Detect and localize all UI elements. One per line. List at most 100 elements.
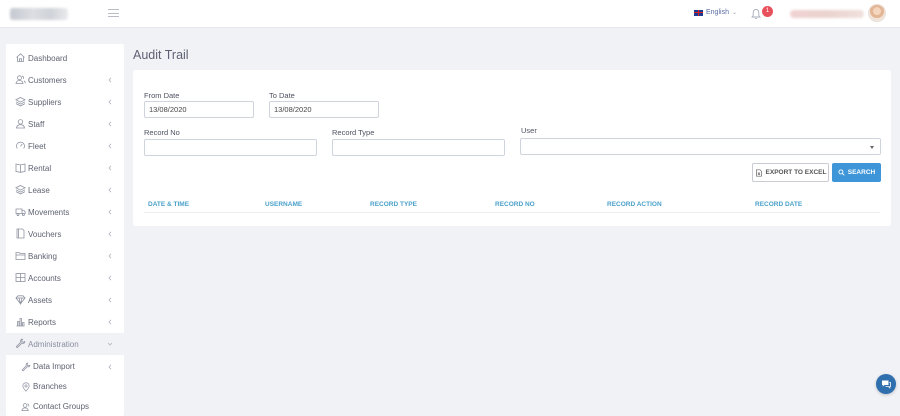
search-label: SEARCH bbox=[847, 169, 876, 176]
grid-icon bbox=[15, 273, 26, 282]
wrench-icon bbox=[21, 362, 31, 372]
user-select[interactable] bbox=[520, 138, 881, 155]
to-date-input[interactable] bbox=[269, 101, 379, 118]
export-to-excel-button[interactable]: EXPORT TO EXCEL bbox=[752, 163, 829, 182]
sidebar-item-customers[interactable]: Customers bbox=[6, 69, 124, 91]
sidebar-item-label: Staff bbox=[28, 119, 45, 129]
sidebar-item-label: Reports bbox=[28, 317, 57, 327]
sidebar-item-label: Vouchers bbox=[28, 229, 62, 239]
user-name-blurred[interactable] bbox=[790, 10, 864, 18]
sidebar-item-staff[interactable]: Staff bbox=[6, 113, 124, 135]
record-no-input[interactable] bbox=[144, 139, 317, 156]
users-icon bbox=[21, 403, 30, 411]
chat-button[interactable] bbox=[876, 374, 896, 394]
file-excel-icon bbox=[755, 168, 762, 177]
sidebar: Dashboard Customers Suppliers Staff Flee… bbox=[6, 44, 124, 416]
sidebar-item-label: Administration bbox=[28, 339, 79, 349]
sidebar-item-vouchers[interactable]: Vouchers bbox=[6, 223, 124, 245]
bar-chart-icon bbox=[16, 318, 25, 327]
sidebar-item-label: Suppliers bbox=[28, 97, 62, 107]
from-date-input[interactable] bbox=[144, 101, 254, 118]
sidebar-item-movements[interactable]: Movements bbox=[6, 201, 124, 223]
logo[interactable] bbox=[10, 8, 68, 20]
record-type-input[interactable] bbox=[332, 139, 505, 156]
chevron-left-icon bbox=[108, 99, 112, 105]
language-label: English bbox=[706, 9, 729, 16]
sidebar-item-fleet[interactable]: Fleet bbox=[6, 135, 124, 157]
wrench-icon bbox=[15, 338, 26, 349]
chevron-left-icon bbox=[108, 121, 112, 127]
sidebar-item-label: Assets bbox=[28, 295, 53, 305]
sidebar-subitem-branches[interactable]: Branches bbox=[6, 377, 124, 397]
user-icon bbox=[16, 119, 25, 129]
user-label: User bbox=[521, 126, 537, 135]
gauge-icon bbox=[16, 141, 25, 149]
chevron-left-icon bbox=[108, 253, 112, 259]
pin-icon bbox=[22, 382, 30, 392]
layers-icon bbox=[15, 97, 26, 107]
users-icon bbox=[15, 75, 26, 84]
export-label: EXPORT TO EXCEL bbox=[765, 169, 827, 176]
sidebar-item-label: Rental bbox=[28, 163, 52, 173]
diamond-icon bbox=[15, 295, 26, 305]
sidebar-item-label: Customers bbox=[28, 75, 67, 85]
chevron-left-icon bbox=[108, 165, 112, 171]
audit-filter-card: From Date To Date Record No Record Type … bbox=[133, 70, 891, 226]
sidebar-item-dashboard[interactable]: Dashboard bbox=[6, 47, 124, 69]
sidebar-item-label: Movements bbox=[28, 207, 70, 217]
chevron-left-icon bbox=[108, 275, 112, 281]
language-selector[interactable]: English ⌄ bbox=[694, 9, 737, 16]
sidebar-item-label: Branches bbox=[33, 382, 67, 391]
sidebar-item-assets[interactable]: Assets bbox=[6, 289, 124, 311]
chat-icon bbox=[882, 380, 891, 389]
menu-toggle-icon[interactable] bbox=[108, 9, 119, 17]
sidebar-item-label: Banking bbox=[28, 251, 57, 261]
column-header-username[interactable]: USERNAME bbox=[265, 201, 302, 208]
chevron-left-icon bbox=[108, 143, 112, 149]
sidebar-item-label: Fleet bbox=[28, 141, 46, 151]
sidebar-item-label: Accounts bbox=[28, 273, 61, 283]
sidebar-item-label: Dashboard bbox=[28, 53, 68, 63]
truck-icon bbox=[15, 208, 26, 217]
sidebar-item-label: Contact Groups bbox=[33, 402, 90, 411]
column-header-record-type[interactable]: RECORD TYPE bbox=[370, 201, 417, 208]
column-header-record-no[interactable]: RECORD NO bbox=[495, 201, 535, 208]
chevron-left-icon bbox=[108, 364, 112, 370]
sidebar-subitem-contact-groups[interactable]: Contact Groups bbox=[6, 397, 124, 416]
chevron-left-icon bbox=[108, 187, 112, 193]
sidebar-subitem-data-import[interactable]: Data Import bbox=[6, 357, 124, 377]
sidebar-item-label: Data Import bbox=[33, 362, 75, 371]
bell-icon[interactable] bbox=[751, 8, 761, 20]
sidebar-item-rental[interactable]: Rental bbox=[6, 157, 124, 179]
sidebar-item-accounts[interactable]: Accounts bbox=[6, 267, 124, 289]
table-header-divider bbox=[144, 212, 880, 213]
column-header-record-date[interactable]: RECORD DATE bbox=[755, 201, 802, 208]
search-button[interactable]: SEARCH bbox=[832, 163, 881, 182]
notification-badge[interactable]: 1 bbox=[762, 6, 773, 17]
chevron-left-icon bbox=[108, 319, 112, 325]
record-type-label: Record Type bbox=[332, 128, 375, 137]
from-date-label: From Date bbox=[144, 91, 180, 100]
chevron-down-icon bbox=[107, 342, 113, 346]
sidebar-item-reports[interactable]: Reports bbox=[6, 311, 124, 333]
chevron-left-icon bbox=[108, 209, 112, 215]
record-no-label: Record No bbox=[144, 128, 180, 137]
page-title: Audit Trail bbox=[133, 48, 189, 62]
sidebar-item-administration[interactable]: Administration bbox=[6, 333, 124, 355]
uk-flag-icon bbox=[694, 9, 703, 16]
book-icon bbox=[15, 163, 26, 173]
column-header-record-action[interactable]: RECORD ACTION bbox=[607, 201, 662, 208]
home-icon bbox=[16, 53, 25, 62]
sidebar-item-suppliers[interactable]: Suppliers bbox=[6, 91, 124, 113]
sidebar-item-banking[interactable]: Banking bbox=[6, 245, 124, 267]
chevron-left-icon bbox=[108, 297, 112, 303]
chevron-left-icon bbox=[108, 77, 112, 83]
layers-icon bbox=[15, 185, 26, 195]
search-icon bbox=[838, 169, 845, 176]
avatar[interactable] bbox=[868, 4, 886, 22]
sidebar-item-label: Lease bbox=[28, 185, 50, 195]
chevron-down-icon: ⌄ bbox=[731, 10, 737, 16]
caret-down-icon bbox=[870, 146, 874, 149]
sidebar-item-lease[interactable]: Lease bbox=[6, 179, 124, 201]
column-header-date-time[interactable]: DATE & TIME bbox=[148, 201, 189, 208]
